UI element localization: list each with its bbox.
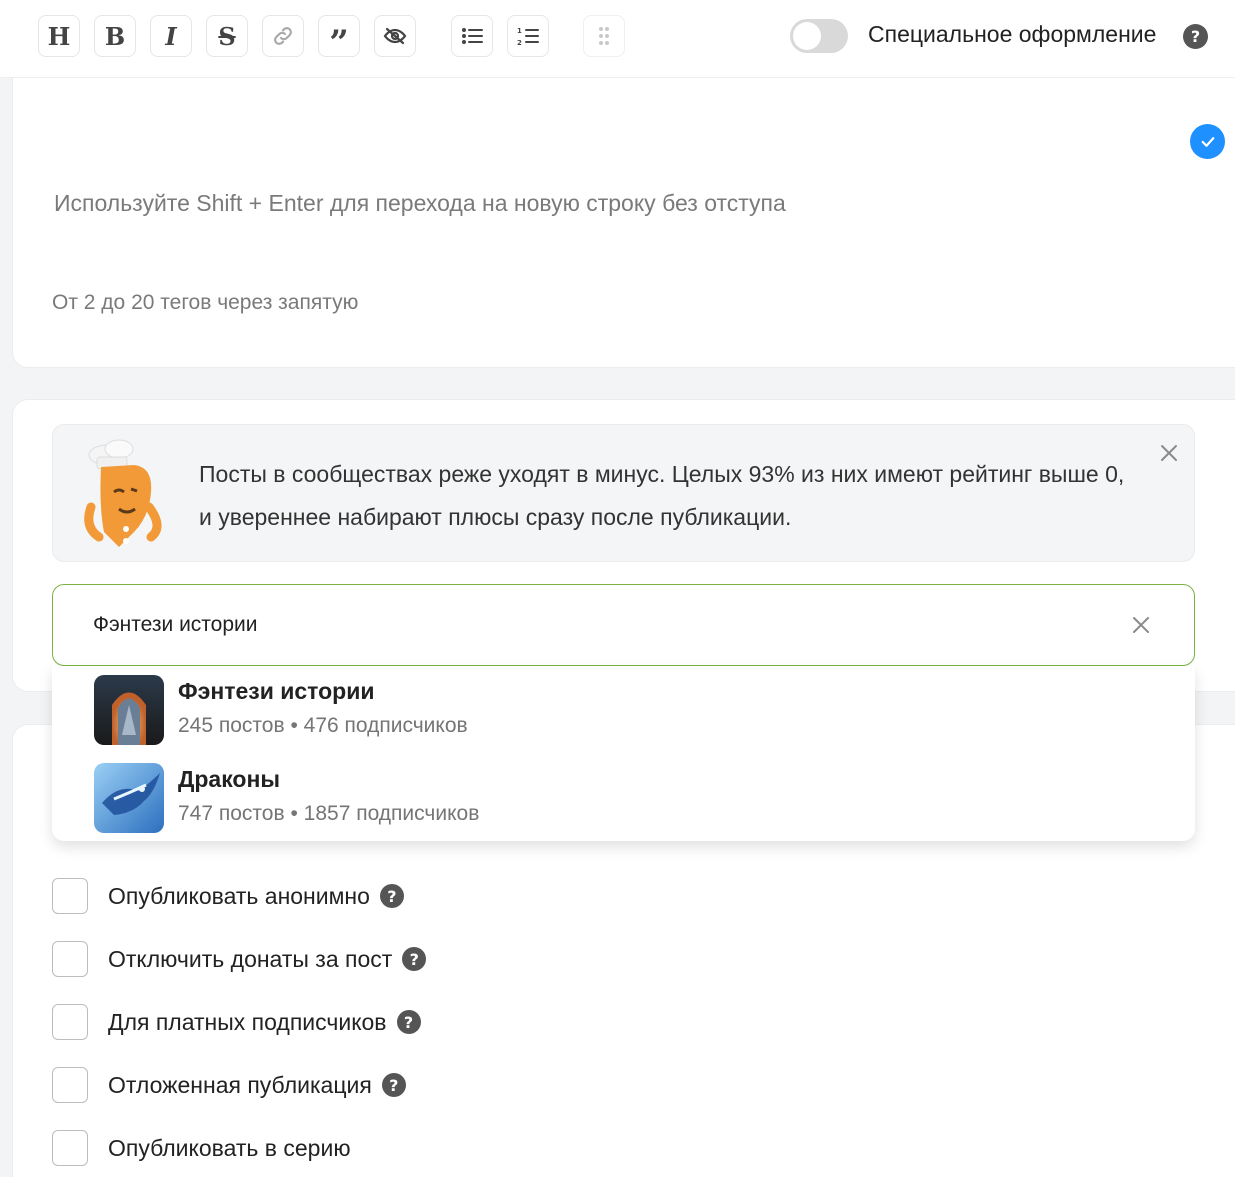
svg-text:1: 1 bbox=[517, 27, 522, 35]
toggle-knob bbox=[793, 22, 821, 50]
bullet-list-icon bbox=[462, 28, 483, 44]
strikethrough-icon: S bbox=[218, 21, 236, 51]
special-formatting-label: Специальное оформление bbox=[868, 21, 1157, 47]
option-paid-subscribers[interactable]: Для платных подписчиков ? bbox=[52, 1004, 421, 1040]
banner-text: Посты в сообществах реже уходят в минус.… bbox=[199, 461, 1125, 530]
community-suggestions: Фэнтези истории 245 постов • 476 подписч… bbox=[52, 666, 1195, 841]
check-circle-icon bbox=[1190, 124, 1225, 159]
help-icon[interactable]: ? bbox=[402, 947, 427, 971]
drag-handle-button[interactable] bbox=[583, 15, 625, 57]
help-icon[interactable]: ? bbox=[1183, 24, 1208, 49]
option-label: Отложенная публикация bbox=[108, 1071, 372, 1098]
bold-icon: B bbox=[104, 21, 126, 51]
numbered-list-icon: 12 bbox=[517, 27, 539, 47]
community-avatar bbox=[94, 763, 164, 833]
bullet-list-button[interactable] bbox=[451, 15, 493, 57]
help-icon[interactable]: ? bbox=[379, 884, 404, 908]
checkbox[interactable] bbox=[52, 878, 88, 914]
info-banner: Посты в сообществах реже уходят в минус.… bbox=[52, 424, 1195, 562]
link-icon bbox=[274, 27, 292, 45]
tags-input[interactable] bbox=[40, 280, 1190, 326]
option-disable-donations[interactable]: Отключить донаты за пост ? bbox=[52, 941, 427, 977]
suggestion-item[interactable]: Драконы 747 постов • 1857 подписчиков bbox=[52, 754, 1195, 840]
editor-hint: Используйте Shift + Enter для перехода н… bbox=[54, 190, 786, 216]
option-label: Опубликовать в серию bbox=[108, 1134, 351, 1161]
clear-search-icon[interactable] bbox=[1129, 613, 1153, 637]
spoiler-button[interactable] bbox=[374, 15, 416, 57]
strikethrough-button[interactable]: S bbox=[206, 15, 248, 57]
close-icon[interactable] bbox=[1157, 441, 1181, 465]
mascot-image bbox=[79, 437, 179, 557]
option-label: Опубликовать анонимно bbox=[108, 882, 370, 909]
special-formatting-toggle[interactable] bbox=[790, 19, 848, 53]
checkbox[interactable] bbox=[52, 1004, 88, 1040]
bold-button[interactable]: B bbox=[94, 15, 136, 57]
community-avatar bbox=[94, 675, 164, 745]
suggestion-title: Фэнтези истории bbox=[178, 678, 375, 704]
eye-slash-icon bbox=[383, 27, 407, 45]
checkbox[interactable] bbox=[52, 941, 88, 977]
quote-icon: ” bbox=[329, 23, 349, 63]
option-label: Для платных подписчиков bbox=[108, 1008, 387, 1035]
checkbox[interactable] bbox=[52, 1130, 88, 1166]
checkbox[interactable] bbox=[52, 1067, 88, 1103]
suggestion-item[interactable]: Фэнтези истории 245 постов • 476 подписч… bbox=[52, 666, 1195, 752]
svg-text:2: 2 bbox=[517, 39, 522, 47]
italic-icon: I bbox=[165, 21, 177, 51]
heading-button[interactable]: H bbox=[38, 15, 80, 57]
suggestion-meta: 245 постов • 476 подписчиков bbox=[178, 714, 468, 737]
suggestion-meta: 747 постов • 1857 подписчиков bbox=[178, 802, 480, 825]
help-icon[interactable]: ? bbox=[381, 1073, 406, 1097]
link-button[interactable] bbox=[262, 15, 304, 57]
grip-dots-icon bbox=[599, 27, 609, 45]
editor-toolbar: H B I S ” 12 Специальное оформление ? bbox=[0, 0, 1235, 78]
option-anonymous[interactable]: Опубликовать анонимно ? bbox=[52, 878, 404, 914]
suggestion-title: Драконы bbox=[178, 766, 281, 792]
option-label: Отключить донаты за пост bbox=[108, 945, 393, 972]
option-series[interactable]: Опубликовать в серию bbox=[52, 1130, 351, 1166]
quote-button[interactable]: ” bbox=[318, 15, 360, 63]
italic-button[interactable]: I bbox=[150, 15, 192, 57]
community-search-input[interactable] bbox=[93, 607, 1093, 643]
numbered-list-button[interactable]: 12 bbox=[507, 15, 549, 57]
community-search bbox=[52, 584, 1195, 666]
option-scheduled[interactable]: Отложенная публикация ? bbox=[52, 1067, 406, 1103]
heading-icon: H bbox=[47, 21, 71, 51]
help-icon[interactable]: ? bbox=[396, 1010, 421, 1034]
